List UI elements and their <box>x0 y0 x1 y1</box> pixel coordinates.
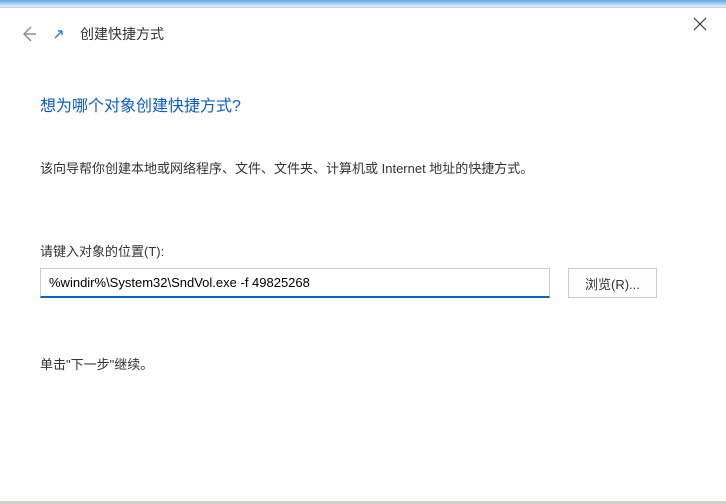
arrow-left-icon <box>19 25 37 43</box>
close-icon <box>693 17 707 31</box>
shortcut-icon <box>52 27 66 41</box>
window-titlebar-gradient <box>0 0 726 8</box>
description-text: 该向导帮你创建本地或网络程序、文件、文件夹、计算机或 Internet 地址的快… <box>40 158 686 177</box>
continue-instruction: 单击"下一步"继续。 <box>40 354 686 373</box>
page-title: 想为哪个对象创建快捷方式? <box>40 92 686 116</box>
location-input[interactable] <box>40 268 550 298</box>
input-row: 浏览(R)... <box>40 268 686 298</box>
back-button[interactable] <box>18 24 38 44</box>
content-area: 想为哪个对象创建快捷方式? 该向导帮你创建本地或网络程序、文件、文件夹、计算机或… <box>0 44 726 373</box>
close-button[interactable] <box>692 16 708 32</box>
window-title: 创建快捷方式 <box>80 24 164 44</box>
location-label: 请键入对象的位置(T): <box>40 241 686 260</box>
header-row: 创建快捷方式 <box>0 8 726 44</box>
browse-button[interactable]: 浏览(R)... <box>568 268 657 298</box>
